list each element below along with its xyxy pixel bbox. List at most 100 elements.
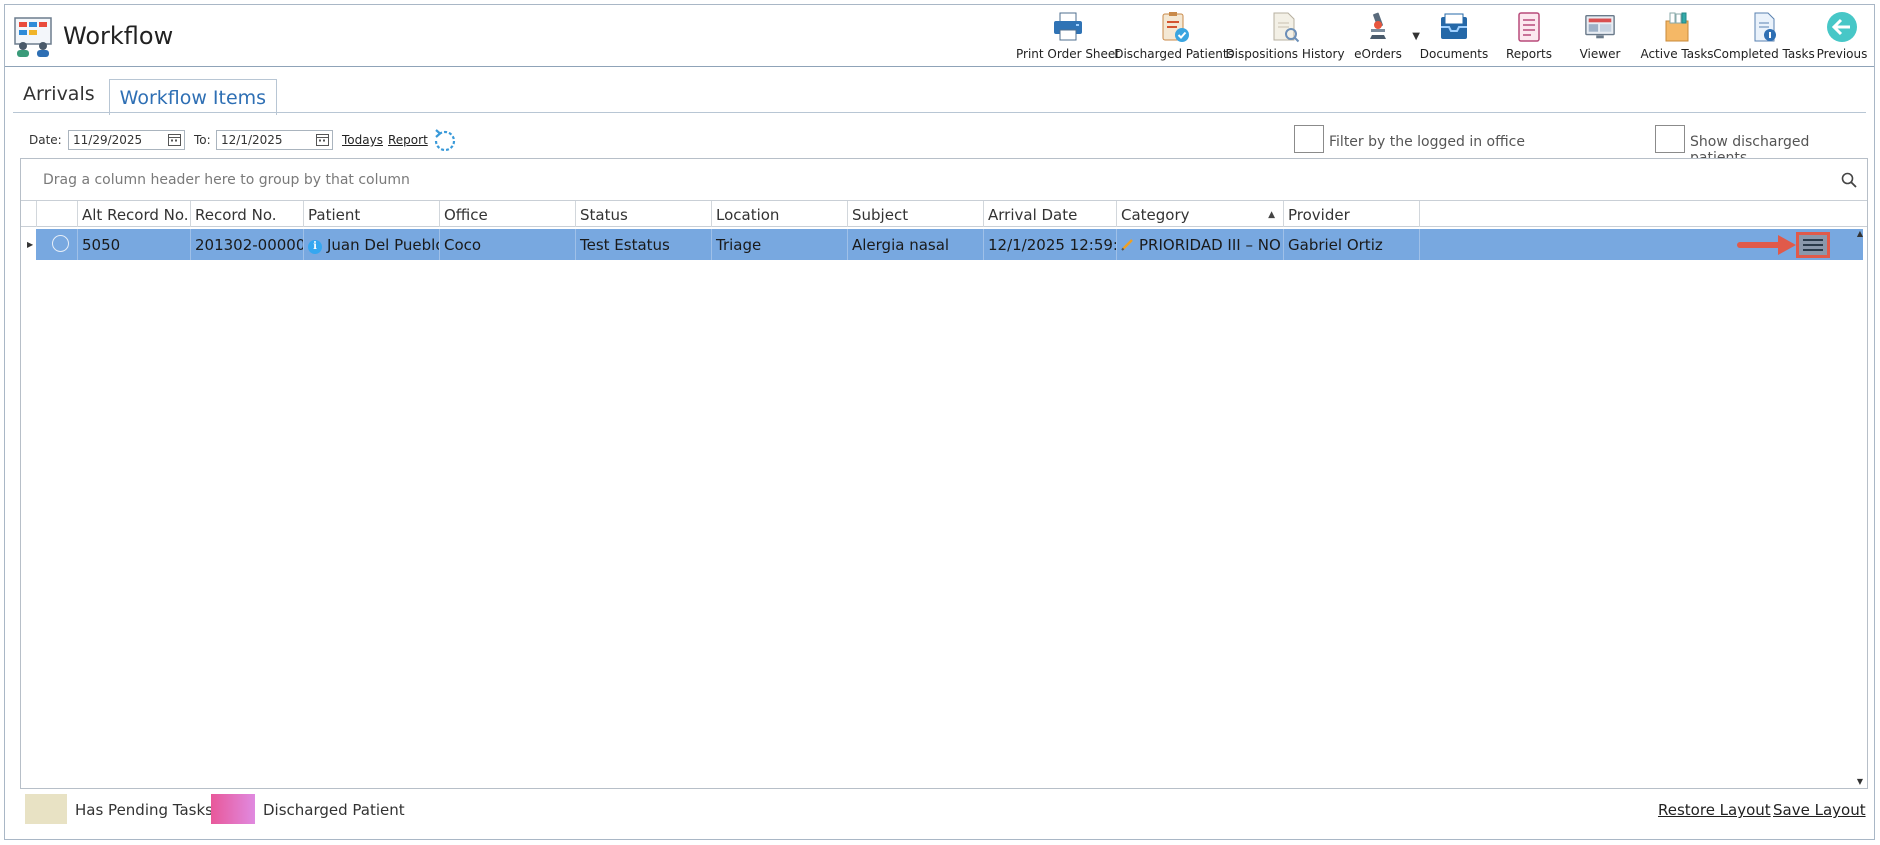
scroll-up-icon[interactable]: ▲ [1857, 229, 1863, 238]
workflow-grid: Drag a column header here to group by th… [20, 158, 1868, 789]
search-icon[interactable] [1841, 172, 1857, 188]
reports-button[interactable]: Reports [1494, 7, 1564, 65]
column-header-record-no[interactable]: Record No. [190, 201, 303, 227]
report-icon [1518, 12, 1540, 42]
column-header-category-label: Category [1121, 206, 1190, 224]
category-value: PRIORIDAD III – NO URG [1139, 236, 1283, 254]
completed-tasks-button[interactable]: Completed Tasks [1713, 7, 1815, 65]
hamburger-icon-bar [1803, 249, 1823, 251]
tab-strip: Arrivals Workflow Items [13, 75, 278, 115]
tab-workflow-items[interactable]: Workflow Items [108, 79, 278, 115]
dispositions-history-label: Dispositions History [1225, 47, 1345, 61]
column-header-location[interactable]: Location [711, 201, 847, 227]
hamburger-icon-bar [1803, 244, 1823, 246]
reports-label: Reports [1505, 47, 1553, 61]
table-row[interactable]: 5050 201302-0000001 i Juan Del Pueblo Coc… [36, 229, 1863, 260]
column-headers: Alt Record No. Record No. Patient Office… [21, 201, 1867, 227]
monitor-icon [1585, 15, 1615, 39]
row-indicator-icon: ▶ [27, 240, 34, 249]
annotation-arrow-icon [1737, 235, 1796, 255]
column-header-select[interactable] [36, 201, 77, 227]
task-box-icon [1665, 12, 1689, 42]
filter-office-checkbox[interactable] [1294, 125, 1324, 153]
viewer-label: Viewer [1579, 47, 1621, 61]
row-radio-icon[interactable] [52, 235, 69, 252]
pending-tasks-swatch [25, 794, 67, 824]
previous-button[interactable]: Previous [1810, 7, 1874, 65]
document-search-icon [1273, 12, 1300, 43]
print-order-sheet-button[interactable]: Print Order Sheet [1016, 7, 1120, 65]
column-header-category[interactable]: Category ▲ [1116, 201, 1283, 227]
column-header-office[interactable]: Office [439, 201, 575, 227]
column-header-alt-record-no[interactable]: Alt Record No. [77, 201, 190, 227]
to-label: To: [194, 133, 211, 147]
column-header-subject[interactable]: Subject [847, 201, 983, 227]
show-discharged-checkbox[interactable] [1655, 125, 1685, 153]
tab-divider [13, 112, 1866, 113]
from-date-value: 11/29/2025 [73, 133, 143, 147]
restore-layout-link[interactable]: Restore Layout [1658, 801, 1771, 819]
group-by-panel[interactable]: Drag a column header here to group by th… [21, 159, 1867, 201]
to-date-input[interactable]: 12/1/2025 [216, 130, 333, 150]
column-header-actions[interactable] [1419, 201, 1545, 227]
cell-status: Test Estatus [575, 229, 711, 260]
workflow-logo-icon [14, 17, 52, 57]
vertical-scrollbar[interactable]: ▲ ▼ [1851, 227, 1867, 788]
discharged-patient-label: Discharged Patient [263, 801, 405, 819]
date-label: Date: [29, 133, 62, 147]
workflow-window: Workflow Print Order Sheet Discharged Pa… [4, 4, 1875, 840]
calendar-icon[interactable] [316, 133, 329, 146]
eorders-label: eOrders [1354, 47, 1402, 61]
previous-label: Previous [1816, 47, 1868, 61]
column-header-patient[interactable]: Patient [303, 201, 439, 227]
row-select-cell[interactable] [36, 229, 77, 260]
active-tasks-label: Active Tasks [1640, 47, 1714, 61]
column-header-arrival-date[interactable]: Arrival Date [983, 201, 1116, 227]
printer-icon [1054, 12, 1082, 41]
save-layout-link[interactable]: Save Layout [1773, 801, 1866, 819]
pencil-icon [1121, 239, 1133, 251]
refresh-icon[interactable] [431, 127, 459, 155]
cell-office: Coco [439, 229, 575, 260]
scroll-down-icon[interactable]: ▼ [1857, 777, 1863, 786]
sort-ascending-icon: ▲ [1268, 210, 1275, 220]
discharged-patients-label: Discharged Patients [1114, 47, 1234, 61]
documents-button[interactable]: Documents [1414, 7, 1494, 65]
app-title: Workflow [63, 22, 174, 50]
cell-provider: Gabriel Ortiz [1283, 229, 1419, 260]
row-menu-button[interactable] [1796, 232, 1830, 258]
group-by-hint: Drag a column header here to group by th… [43, 172, 410, 188]
print-order-sheet-label: Print Order Sheet [1015, 47, 1121, 61]
viewer-button[interactable]: Viewer [1564, 7, 1636, 65]
hamburger-icon-bar [1803, 239, 1823, 241]
toolbar: Print Order Sheet Discharged Patients Di… [1016, 7, 1874, 65]
microscope-icon [1370, 12, 1386, 39]
discharged-patient-swatch [211, 794, 255, 824]
from-date-input[interactable]: 11/29/2025 [68, 130, 185, 150]
completed-tasks-label: Completed Tasks [1713, 47, 1815, 61]
completed-document-icon [1754, 12, 1776, 42]
column-header-provider[interactable]: Provider [1283, 201, 1419, 227]
tab-arrivals[interactable]: Arrivals [13, 75, 105, 113]
cell-record-no: 201302-0000001 [190, 229, 303, 260]
report-link[interactable]: Report [388, 133, 428, 147]
dispositions-history-button[interactable]: Dispositions History [1225, 7, 1345, 65]
cell-arrival-date: 12/1/2025 12:59:45 P [983, 229, 1116, 260]
column-header-status[interactable]: Status [575, 201, 711, 227]
todays-link[interactable]: Todays [342, 133, 383, 147]
filter-office-label: Filter by the logged in office [1329, 134, 1525, 150]
cell-category: PRIORIDAD III – NO URG [1116, 229, 1283, 260]
eorders-button[interactable]: eOrders ▼ [1342, 7, 1420, 65]
info-icon[interactable]: i [308, 240, 322, 254]
back-arrow-icon [1827, 12, 1857, 42]
inbox-tray-icon [1441, 13, 1467, 39]
cell-location: Triage [711, 229, 847, 260]
to-date-value: 12/1/2025 [221, 133, 283, 147]
active-tasks-button[interactable]: Active Tasks [1636, 7, 1718, 65]
pending-tasks-label: Has Pending Tasks [75, 801, 213, 819]
cell-alt-record-no: 5050 [77, 229, 190, 260]
discharged-patients-button[interactable]: Discharged Patients [1114, 7, 1234, 65]
calendar-icon[interactable] [168, 133, 181, 146]
cell-patient: i Juan Del Pueblo [303, 229, 439, 260]
patient-name: Juan Del Pueblo [327, 236, 439, 254]
